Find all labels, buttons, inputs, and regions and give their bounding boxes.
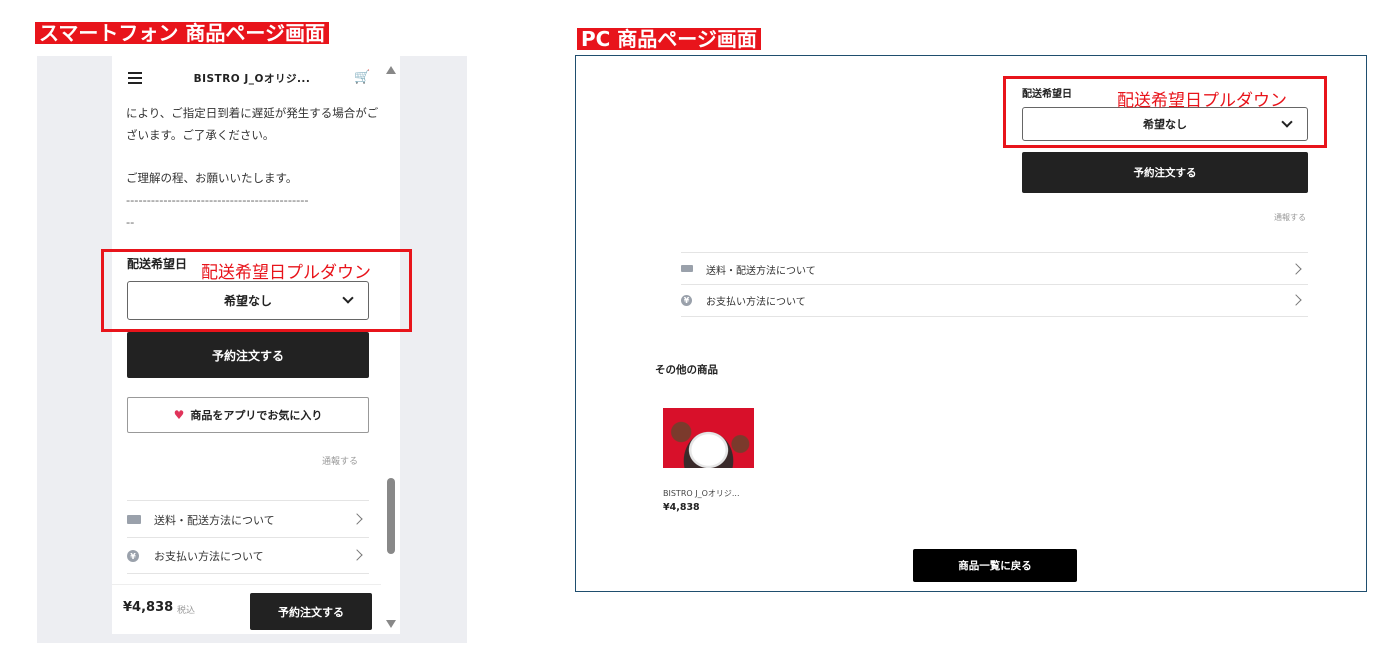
pc-annotation-label: 配送希望日プルダウン — [1117, 91, 1287, 111]
pc-section-title: PC 商品ページ画面 — [577, 28, 761, 50]
sp-report-link[interactable]: 通報する — [322, 454, 358, 467]
pc-other-products-heading: その他の商品 — [655, 364, 718, 376]
pc-payment-row[interactable]: ¥ お支払い方法について — [681, 284, 1308, 317]
chevron-right-icon — [351, 513, 363, 525]
sp-divider-dashes-end: -- — [126, 215, 135, 229]
product-image[interactable] — [663, 408, 754, 468]
cart-icon[interactable]: 🛒 — [354, 70, 370, 85]
sp-payment-label: お支払い方法について — [154, 550, 264, 563]
sp-annotation-label: 配送希望日プルダウン — [201, 263, 371, 283]
product-name[interactable]: BISTRO J_Oオリジ... — [663, 488, 740, 499]
pc-payment-label: お支払い方法について — [706, 297, 806, 308]
sp-favorite-label: 商品をアプリでお気に入り — [190, 409, 323, 422]
sp-notice-line3: ご理解の程、お願いいたします。 — [126, 171, 298, 185]
sp-bottom-order-button[interactable]: 予約注文する — [250, 593, 372, 630]
coin-icon: ¥ — [681, 295, 692, 306]
product-price: ¥4,838 — [663, 502, 700, 513]
chevron-right-icon — [1290, 263, 1302, 275]
sp-tax-label: 税込 — [177, 606, 196, 616]
truck-icon — [681, 265, 693, 272]
sp-header: BISTRO J_Oオリジ... 🛒 — [112, 56, 381, 100]
menu-icon[interactable] — [128, 72, 142, 84]
sp-shipping-row[interactable]: 送料・配送方法について — [127, 500, 369, 537]
back-to-list-button[interactable]: 商品一覧に戻る — [913, 549, 1077, 582]
sp-screen: BISTRO J_Oオリジ... 🛒 により、ご指定日到着に遅延が発生する場合が… — [112, 56, 400, 634]
pc-shipping-row[interactable]: 送料・配送方法について — [681, 252, 1308, 284]
sp-shipping-label: 送料・配送方法について — [154, 514, 275, 527]
sp-header-title: BISTRO J_Oオリジ... — [193, 73, 311, 85]
scroll-down-icon[interactable] — [386, 620, 396, 628]
sp-favorite-button[interactable]: ♥ 商品をアプリでお気に入り — [127, 397, 369, 433]
sp-notice-line2: ざいます。ご了承ください。 — [126, 128, 275, 142]
sp-divider-dashes: ----------------------------------------… — [126, 193, 309, 207]
scroll-thumb[interactable] — [387, 478, 395, 554]
sp-price: ¥4,838 — [123, 600, 174, 615]
pc-shipping-label: 送料・配送方法について — [706, 266, 816, 277]
sp-section-title: スマートフォン 商品ページ画面 — [35, 22, 329, 44]
sp-order-button[interactable]: 予約注文する — [127, 332, 369, 378]
sp-notice-line1: により、ご指定日到着に遅延が発生する場合がご — [126, 106, 379, 120]
truck-icon — [127, 515, 141, 524]
coin-icon: ¥ — [127, 550, 139, 562]
pc-report-link[interactable]: 通報する — [1274, 212, 1306, 223]
scroll-up-icon[interactable] — [386, 66, 396, 74]
sp-bottom-bar: ¥4,838 税込 予約注文する — [112, 584, 381, 634]
chevron-right-icon — [351, 549, 363, 561]
heart-icon: ♥ — [173, 408, 185, 422]
pc-order-button[interactable]: 予約注文する — [1022, 152, 1308, 193]
product-card[interactable] — [663, 408, 754, 468]
sp-scrollbar[interactable] — [381, 62, 400, 634]
sp-payment-row[interactable]: ¥ お支払い方法について — [127, 537, 369, 574]
chevron-right-icon — [1290, 294, 1302, 306]
